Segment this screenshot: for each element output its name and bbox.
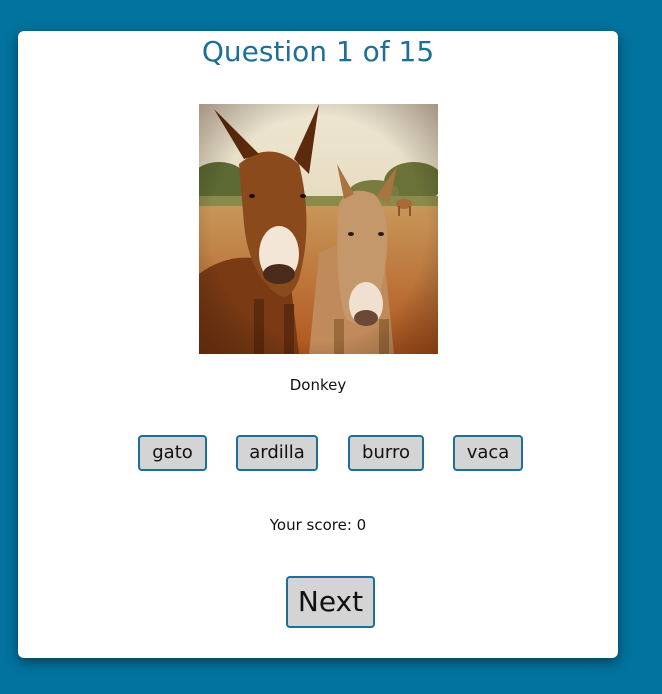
donkey-photo: [199, 104, 438, 354]
image-caption: Donkey: [289, 376, 347, 394]
score-display: Your score: 0: [269, 516, 367, 534]
next-button[interactable]: Next: [286, 576, 375, 628]
quiz-card: Question 1 of 15 Donkey gato ardilla bur…: [18, 31, 618, 658]
answer-option-vaca[interactable]: vaca: [453, 435, 523, 471]
answer-option-burro[interactable]: burro: [348, 435, 424, 471]
question-counter: Question 1 of 15: [201, 35, 435, 68]
answer-options: gato ardilla burro vaca: [18, 435, 618, 475]
answer-option-ardilla[interactable]: ardilla: [236, 435, 318, 471]
answer-option-gato[interactable]: gato: [138, 435, 207, 471]
